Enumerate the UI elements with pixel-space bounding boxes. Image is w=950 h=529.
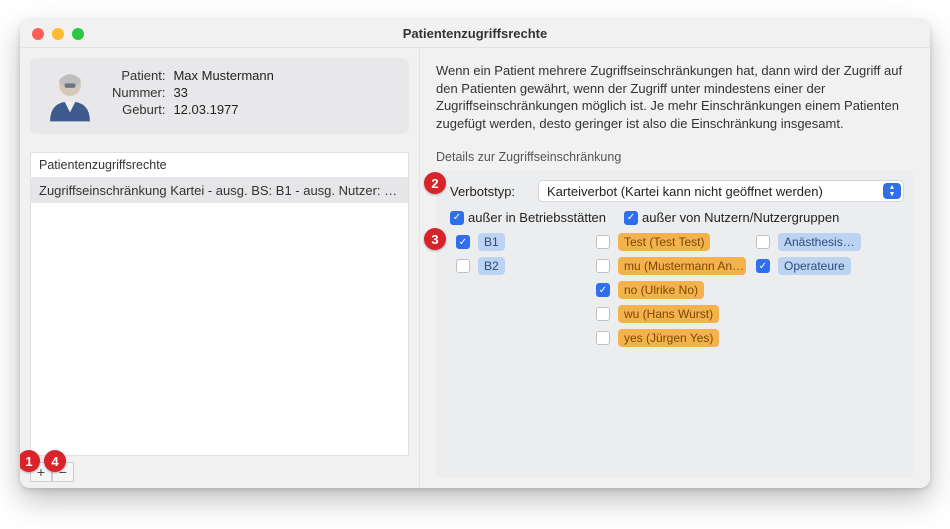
label-patient: Patient: (112, 68, 165, 83)
col-bs: B1 B2 (456, 233, 586, 353)
except-users-checkbox[interactable] (624, 211, 638, 225)
chevron-updown-icon: ▲▼ (883, 183, 901, 199)
label-number: Nummer: (112, 85, 165, 100)
user-tag-1[interactable]: mu (Mustermann An… (618, 257, 746, 275)
except-row: außer in Betriebsstätten außer von Nutze… (446, 210, 904, 225)
value-birth: 12.03.1977 (173, 102, 273, 117)
bs-check-1[interactable] (456, 259, 470, 273)
patient-avatar-icon (40, 66, 100, 126)
list-item[interactable]: Zugriffseinschränkung Kartei - ausg. BS:… (31, 178, 408, 203)
user-check-1[interactable] (596, 259, 610, 273)
zoom-icon[interactable] (72, 28, 84, 40)
user-check-3[interactable] (596, 307, 610, 321)
list-header: Patientenzugriffsrechte (30, 152, 409, 177)
close-icon[interactable] (32, 28, 44, 40)
window-title: Patientenzugriffsrechte (20, 26, 930, 41)
user-check-2[interactable] (596, 283, 610, 297)
group-tag-0[interactable]: Anästhesis… (778, 233, 861, 251)
right-pane: Wenn ein Patient mehrere Zugriffseinschr… (420, 48, 930, 488)
except-bs-checkbox[interactable] (450, 211, 464, 225)
bs-check-0[interactable] (456, 235, 470, 249)
titlebar: Patientenzugriffsrechte (20, 20, 930, 48)
callout-4: 4 (44, 450, 66, 472)
info-text: Wenn ein Patient mehrere Zugriffseinschr… (436, 62, 914, 132)
callout-3: 3 (424, 228, 446, 250)
col-users: Test (Test Test) mu (Mustermann An… no (… (596, 233, 746, 353)
verbotstyp-value: Karteiverbot (Kartei kann nicht geöffnet… (547, 184, 823, 199)
traffic-lights (20, 28, 84, 40)
verbotstyp-row: Verbotstyp: Karteiverbot (Kartei kann ni… (446, 180, 904, 202)
bs-row-0: B1 (456, 233, 586, 251)
selection-columns: B1 B2 Test (Test Test) mu (Mustermann An… (446, 233, 904, 353)
label-birth: Geburt: (112, 102, 165, 117)
group-check-0[interactable] (756, 235, 770, 249)
patient-card: Patient: Max Mustermann Nummer: 33 Gebur… (30, 58, 409, 134)
user-tag-4[interactable]: yes (Jürgen Yes) (618, 329, 719, 347)
except-bs-label: außer in Betriebsstätten (468, 210, 606, 225)
user-tag-0[interactable]: Test (Test Test) (618, 233, 710, 251)
left-pane: Patient: Max Mustermann Nummer: 33 Gebur… (20, 48, 420, 488)
user-check-4[interactable] (596, 331, 610, 345)
bs-row-1: B2 (456, 257, 586, 275)
patient-info: Patient: Max Mustermann Nummer: 33 Gebur… (112, 66, 274, 117)
details-section-label: Details zur Zugriffseinschränkung (436, 150, 914, 164)
add-remove-bar: 1 + 4 − (30, 462, 409, 482)
value-number: 33 (173, 85, 273, 100)
window: Patientenzugriffsrechte Patient: Max Mus… (20, 20, 930, 488)
callout-2: 2 (424, 172, 446, 194)
window-body: Patient: Max Mustermann Nummer: 33 Gebur… (20, 48, 930, 488)
verbotstyp-label: Verbotstyp: (450, 184, 530, 199)
user-tag-2[interactable]: no (Ulrike No) (618, 281, 704, 299)
col-groups: Anästhesis… Operateure (756, 233, 904, 353)
user-tag-3[interactable]: wu (Hans Wurst) (618, 305, 719, 323)
bs-tag-1[interactable]: B2 (478, 257, 505, 275)
user-check-0[interactable] (596, 235, 610, 249)
bs-tag-0[interactable]: B1 (478, 233, 505, 251)
value-patient: Max Mustermann (173, 68, 273, 83)
minimize-icon[interactable] (52, 28, 64, 40)
group-tag-1[interactable]: Operateure (778, 257, 851, 275)
except-users-label: außer von Nutzern/Nutzergruppen (642, 210, 839, 225)
details-panel: 2 Verbotstyp: Karteiverbot (Kartei kann … (436, 170, 914, 478)
group-check-1[interactable] (756, 259, 770, 273)
verbotstyp-select[interactable]: Karteiverbot (Kartei kann nicht geöffnet… (538, 180, 904, 202)
restriction-list[interactable]: Zugriffseinschränkung Kartei - ausg. BS:… (30, 177, 409, 456)
